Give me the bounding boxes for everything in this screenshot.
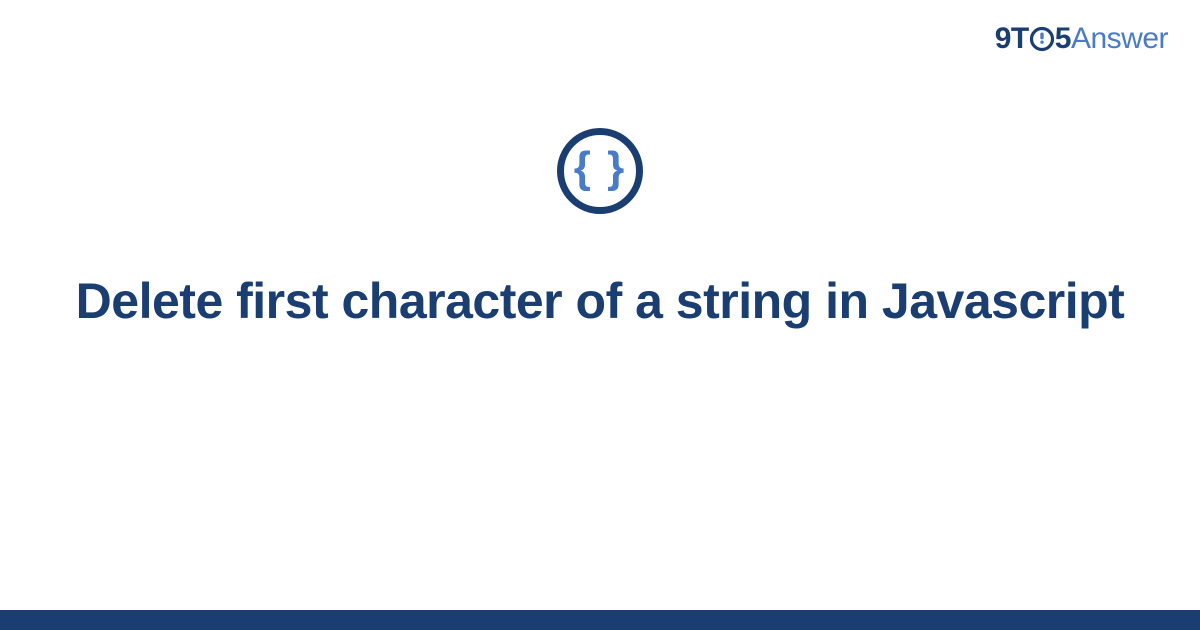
brand-logo: 9T 5Answer bbox=[995, 22, 1168, 56]
main-content: { } Delete first character of a string i… bbox=[0, 128, 1200, 333]
code-braces-icon: { } bbox=[557, 128, 643, 214]
brand-o-icon bbox=[1029, 23, 1055, 57]
brand-text-answer: Answer bbox=[1071, 22, 1168, 55]
code-braces-glyph: { } bbox=[574, 143, 626, 193]
brand-text-5: 5 bbox=[1055, 22, 1071, 55]
page-title: Delete first character of a string in Ja… bbox=[76, 270, 1125, 333]
footer-accent-bar bbox=[0, 610, 1200, 630]
brand-text-9t: 9T bbox=[995, 22, 1029, 55]
